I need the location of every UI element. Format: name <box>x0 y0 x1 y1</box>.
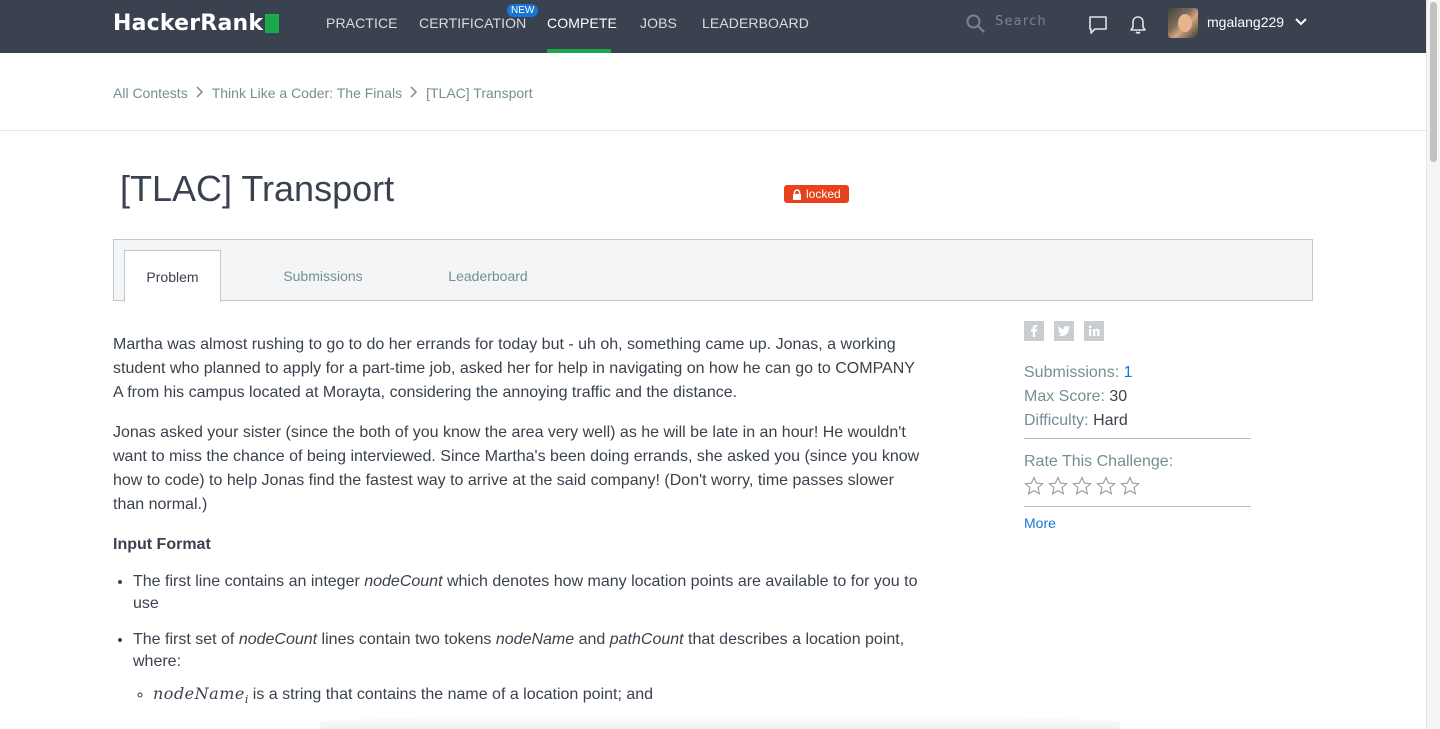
star-icon[interactable] <box>1120 476 1140 496</box>
notifications-bell-icon[interactable] <box>1129 15 1147 35</box>
linkedin-icon[interactable] <box>1084 321 1104 341</box>
nested-list: nodeNamei is a string that contains the … <box>153 683 923 711</box>
star-icon[interactable] <box>1072 476 1092 496</box>
chevron-right-icon <box>196 85 204 101</box>
search-input[interactable] <box>995 14 1065 29</box>
share-buttons <box>1024 321 1104 341</box>
star-icon[interactable] <box>1024 476 1044 496</box>
list-item: The first set of nodeCount lines contain… <box>133 629 923 711</box>
challenge-tabs: Problem Submissions Leaderboard <box>113 239 1313 302</box>
nav-jobs[interactable]: JOBS <box>640 15 677 31</box>
tab-leaderboard[interactable]: Leaderboard <box>434 250 542 302</box>
tab-problem[interactable]: Problem <box>124 250 221 302</box>
messages-icon[interactable] <box>1088 15 1108 35</box>
challenge-stats: Submissions: 1 Max Score: 30 Difficulty:… <box>1024 361 1251 536</box>
facebook-icon[interactable] <box>1024 321 1044 341</box>
nav-practice[interactable]: PRACTICE <box>326 15 398 31</box>
username[interactable]: mgalang229 <box>1207 14 1284 30</box>
scrollbar-thumb[interactable] <box>1430 2 1437 162</box>
breadcrumb-contest[interactable]: Think Like a Coder: The Finals <box>212 85 402 101</box>
active-nav-indicator <box>547 49 611 53</box>
hackerrank-logo[interactable]: HackerRank <box>113 11 280 36</box>
list-item: nodeNamei is a string that contains the … <box>153 683 923 711</box>
problem-paragraph: Jonas asked your sister (since the both … <box>113 424 920 513</box>
more-link[interactable]: More <box>1024 515 1056 531</box>
chevron-right-icon <box>410 85 418 101</box>
nav-compete[interactable]: COMPETE <box>547 15 617 31</box>
breadcrumb: All Contests Think Like a Coder: The Fin… <box>113 85 533 101</box>
submissions-stat: Submissions: 1 <box>1024 364 1133 381</box>
divider <box>1024 506 1251 507</box>
locked-badge: locked <box>784 185 849 203</box>
twitter-icon[interactable] <box>1054 321 1074 341</box>
bottom-fade <box>320 715 1120 729</box>
search-icon[interactable] <box>966 14 985 33</box>
submissions-count-link[interactable]: 1 <box>1124 364 1133 381</box>
top-navbar: HackerRank PRACTICE CERTIFICATION NEW CO… <box>0 0 1426 53</box>
tab-submissions[interactable]: Submissions <box>274 250 372 302</box>
input-format-heading: Input Format <box>113 536 211 553</box>
difficulty-stat: Difficulty: Hard <box>1024 412 1128 429</box>
star-icon[interactable] <box>1096 476 1116 496</box>
nav-certification[interactable]: CERTIFICATION <box>419 15 526 31</box>
new-badge: NEW <box>507 4 539 17</box>
list-item: The first line contains an integer nodeC… <box>133 571 923 615</box>
max-score-stat: Max Score: 30 <box>1024 388 1128 405</box>
breadcrumb-challenge[interactable]: [TLAC] Transport <box>426 85 533 101</box>
star-icon[interactable] <box>1048 476 1068 496</box>
page-scrollbar[interactable] <box>1426 0 1440 729</box>
chevron-down-icon[interactable] <box>1294 15 1308 29</box>
nav-leaderboard[interactable]: LEADERBOARD <box>702 15 809 31</box>
logo-text: HackerRank <box>113 11 264 36</box>
problem-paragraph: Martha was almost rushing to go to do he… <box>113 336 915 401</box>
divider <box>1024 438 1251 439</box>
lock-icon <box>793 188 801 200</box>
breadcrumb-divider <box>0 130 1426 131</box>
locked-badge-label: locked <box>806 187 841 201</box>
avatar[interactable] <box>1168 8 1198 38</box>
input-format-list: The first line contains an integer nodeC… <box>133 571 923 711</box>
page-title: [TLAC] Transport <box>120 168 395 209</box>
problem-statement: Martha was almost rushing to go to do he… <box>113 333 923 725</box>
star-rating[interactable] <box>1024 476 1251 496</box>
rate-challenge-label: Rate This Challenge: <box>1024 453 1174 470</box>
breadcrumb-all-contests[interactable]: All Contests <box>113 85 188 101</box>
logo-square-icon <box>265 14 280 33</box>
